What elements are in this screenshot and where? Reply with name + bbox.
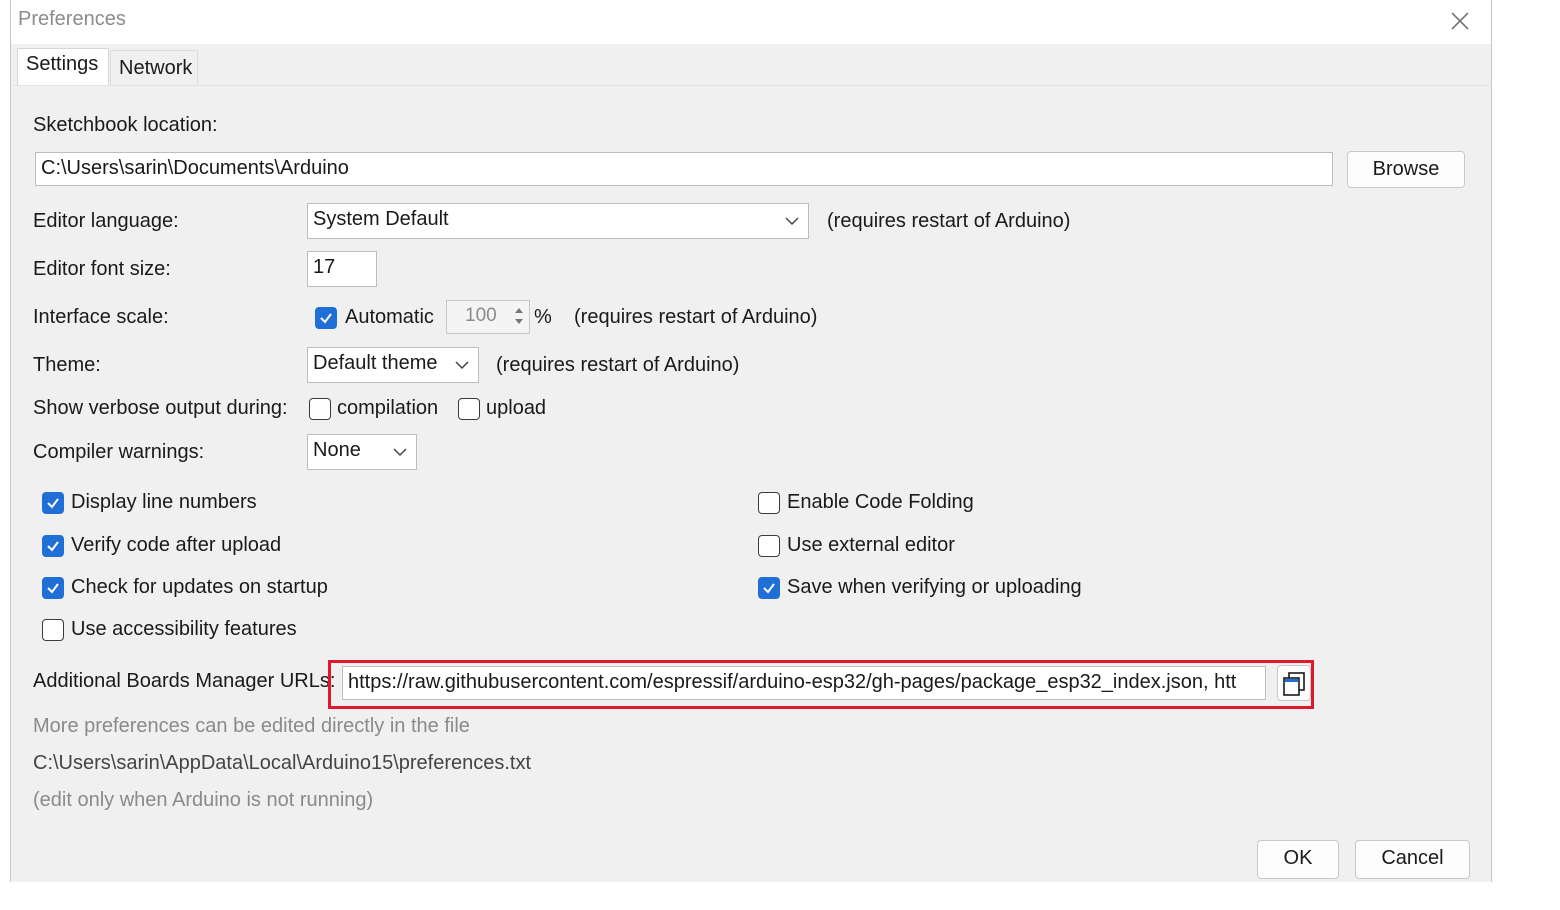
chevron-down-icon xyxy=(455,361,469,370)
edit-urls-button[interactable] xyxy=(1277,665,1311,701)
interface-scale-unit: % xyxy=(534,306,552,328)
dialog-footer: OK Cancel xyxy=(11,836,1491,882)
tab-network-label: Network xyxy=(119,57,193,79)
checkmark-icon xyxy=(320,313,332,324)
ok-button[interactable]: OK xyxy=(1257,840,1339,879)
display-line-numbers-checkbox[interactable] xyxy=(42,492,64,514)
accessibility-checkbox[interactable] xyxy=(42,619,64,641)
tab-bar: Settings Network xyxy=(11,44,1491,86)
verify-code-label: Verify code after upload xyxy=(71,534,282,556)
checkmark-icon xyxy=(47,541,59,552)
interface-scale-label: Interface scale: xyxy=(33,306,169,328)
save-when-verifying-label: Save when verifying or uploading xyxy=(787,576,1082,598)
tab-settings-label: Settings xyxy=(26,53,99,75)
editor-font-size-value: 17 xyxy=(313,256,336,278)
interface-scale-spinner[interactable]: 100 xyxy=(446,300,530,334)
accessibility-label: Use accessibility features xyxy=(71,618,297,640)
preferences-file-path: C:\Users\sarin\AppData\Local\Arduino15\p… xyxy=(33,752,532,774)
theme-note: (requires restart of Arduino) xyxy=(496,354,740,376)
check-updates-label: Check for updates on startup xyxy=(71,576,328,598)
verbose-compilation-label: compilation xyxy=(337,397,439,419)
editor-language-select[interactable]: System Default xyxy=(307,203,809,239)
checkmark-icon xyxy=(47,498,59,509)
theme-select[interactable]: Default theme xyxy=(307,347,479,383)
chevron-down-icon xyxy=(393,448,407,457)
theme-label: Theme: xyxy=(33,354,101,376)
browse-button-label: Browse xyxy=(1372,158,1440,180)
automatic-scale-label: Automatic xyxy=(345,306,434,328)
sketchbook-location-input[interactable]: C:\Users\sarin\Documents\Arduino xyxy=(35,152,1333,186)
spinner-arrows-icon xyxy=(515,308,523,324)
verify-code-checkbox[interactable] xyxy=(42,535,64,557)
window-list-icon xyxy=(1283,672,1305,696)
automatic-scale-checkbox[interactable] xyxy=(315,307,337,329)
theme-value: Default theme xyxy=(313,352,438,374)
save-when-verifying-checkbox[interactable] xyxy=(758,577,780,599)
window-title: Preferences xyxy=(18,8,126,30)
editor-language-value: System Default xyxy=(313,208,449,230)
close-button[interactable] xyxy=(1445,6,1475,36)
browse-button[interactable]: Browse xyxy=(1347,151,1465,188)
editor-language-note: (requires restart of Arduino) xyxy=(827,210,1071,232)
check-updates-checkbox[interactable] xyxy=(42,577,64,599)
settings-panel: Sketchbook location: C:\Users\sarin\Docu… xyxy=(13,85,1489,835)
editor-font-size-input[interactable]: 17 xyxy=(307,251,377,287)
cancel-button-label: Cancel xyxy=(1381,847,1444,869)
verbose-upload-checkbox[interactable] xyxy=(458,398,480,420)
interface-scale-note: (requires restart of Arduino) xyxy=(574,306,818,328)
code-folding-label: Enable Code Folding xyxy=(787,491,974,513)
editor-font-size-label: Editor font size: xyxy=(33,258,171,280)
chevron-down-icon xyxy=(785,217,799,226)
compiler-warnings-label: Compiler warnings: xyxy=(33,441,205,463)
boards-manager-urls-input[interactable]: https://raw.githubusercontent.com/espres… xyxy=(342,666,1266,700)
verbose-upload-label: upload xyxy=(486,397,547,419)
preferences-file-info: More preferences can be edited directly … xyxy=(33,715,470,737)
external-editor-label: Use external editor xyxy=(787,534,955,556)
verbose-label: Show verbose output during: xyxy=(33,397,288,419)
verbose-compilation-checkbox[interactable] xyxy=(309,398,331,420)
code-folding-checkbox[interactable] xyxy=(758,492,780,514)
sketchbook-label: Sketchbook location: xyxy=(33,114,218,136)
tab-settings[interactable]: Settings xyxy=(17,48,109,86)
checkmark-icon xyxy=(47,583,59,594)
sketchbook-location-value: C:\Users\sarin\Documents\Arduino xyxy=(41,157,349,179)
boards-manager-label: Additional Boards Manager URLs: xyxy=(33,670,336,692)
edit-warning: (edit only when Arduino is not running) xyxy=(33,789,374,811)
cancel-button[interactable]: Cancel xyxy=(1355,840,1470,879)
editor-language-label: Editor language: xyxy=(33,210,179,232)
close-icon xyxy=(1451,12,1469,30)
preferences-dialog: Preferences Settings Network Sketchbook … xyxy=(10,0,1492,882)
interface-scale-value: 100 xyxy=(465,305,497,326)
boards-manager-urls-value: https://raw.githubusercontent.com/espres… xyxy=(348,671,1237,693)
display-line-numbers-label: Display line numbers xyxy=(71,491,257,513)
tab-network[interactable]: Network xyxy=(110,50,198,86)
compiler-warnings-select[interactable]: None xyxy=(307,434,417,470)
title-bar: Preferences xyxy=(11,0,1491,44)
external-editor-checkbox[interactable] xyxy=(758,535,780,557)
checkmark-icon xyxy=(763,583,775,594)
ok-button-label: OK xyxy=(1283,847,1313,869)
compiler-warnings-value: None xyxy=(313,439,361,461)
